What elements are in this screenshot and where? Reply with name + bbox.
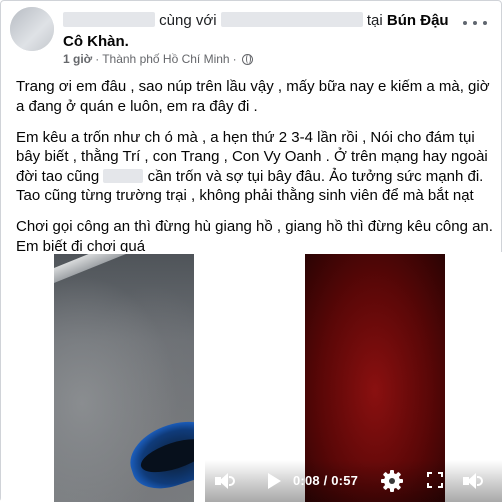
meta-separator: · (232, 52, 237, 66)
redacted-tagged-name (220, 12, 363, 27)
facebook-post: cùng với tại Bún Đậu Cô Khàn. 1 giờ · Th… (0, 0, 502, 502)
dot-icon (483, 21, 487, 25)
at-text: tại (366, 12, 383, 29)
post-meta: 1 giờ · Thành phố Hồ Chí Minh · (63, 52, 253, 66)
gear-icon[interactable] (381, 470, 403, 492)
paragraph-text: cần trốn và sợ tụi bây đâu. Ảo tưởng sức… (147, 167, 484, 185)
redacted-author-name (63, 12, 155, 27)
dot-icon (463, 21, 467, 25)
play-icon[interactable] (268, 473, 281, 489)
place-link-line2[interactable]: Cô Khàn. (63, 33, 129, 50)
fullscreen-icon[interactable] (427, 472, 443, 488)
video-controls: 0:08 / 0:57 (205, 460, 502, 502)
post-header: cùng với tại Bún Đậu Cô Khàn. 1 giờ · Th… (1, 1, 502, 67)
volume-icon[interactable] (463, 472, 483, 490)
video-time: 0:08 / 0:57 (293, 473, 359, 488)
post-headline: cùng với tại Bún Đậu Cô Khàn. (63, 10, 463, 52)
post-time[interactable]: 1 giờ (63, 52, 92, 66)
place-link[interactable]: Bún Đậu (387, 12, 449, 29)
globe-icon[interactable] (241, 53, 253, 65)
paragraph-text: Tao cũng từng trường trại , không phải t… (16, 187, 474, 204)
post-paragraph: Chơi gọi công an thì đừng hù giang hồ , … (16, 218, 493, 255)
meta-separator: · (95, 52, 100, 66)
post-paragraph: Trang ơi em đâu , sao núp trên lầu vậy ,… (16, 78, 490, 115)
post-paragraph: Em kêu a trốn như ch ó mà , a hẹn thứ 2 … (16, 128, 494, 206)
volume-icon[interactable] (215, 472, 235, 490)
with-text: cùng với (159, 12, 217, 29)
redacted-word (103, 168, 144, 183)
more-options-button[interactable] (463, 13, 487, 33)
video-frame-left[interactable] (54, 254, 194, 502)
post-body: Trang ơi em đâu , sao núp trên lầu vậy ,… (16, 77, 494, 268)
dot-icon (473, 21, 477, 25)
avatar[interactable] (10, 7, 54, 51)
post-location[interactable]: Thành phố Hồ Chí Minh (102, 52, 229, 66)
